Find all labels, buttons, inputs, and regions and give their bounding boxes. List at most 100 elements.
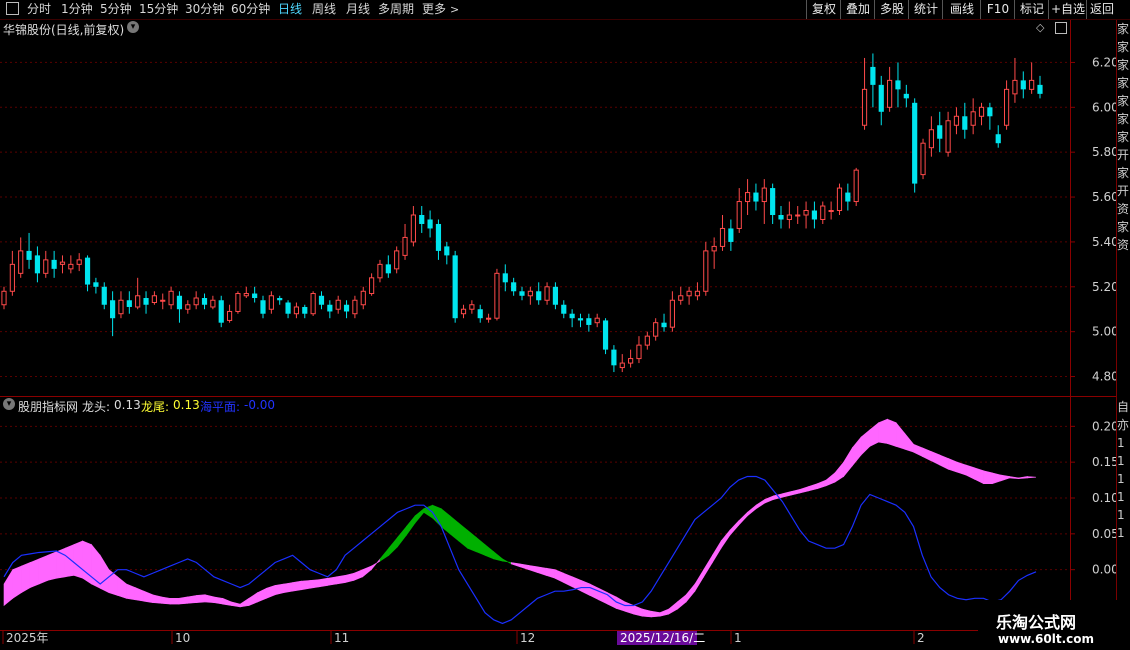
candle-up bbox=[619, 362, 625, 369]
price-axis-label: 5.40 bbox=[1092, 235, 1116, 249]
candle-down bbox=[260, 300, 266, 314]
long-tail-band bbox=[467, 529, 477, 553]
long-head-band bbox=[1018, 476, 1028, 479]
right-strip-bottom-text: 自亦111111 bbox=[1117, 400, 1130, 540]
long-head-band bbox=[956, 461, 967, 476]
candle-up bbox=[653, 322, 659, 337]
candle-up bbox=[544, 286, 550, 301]
candle-down bbox=[110, 300, 116, 319]
candle-up bbox=[978, 106, 985, 117]
long-head-band bbox=[528, 565, 538, 573]
long-head-band bbox=[47, 551, 57, 581]
long-tail-band bbox=[475, 536, 486, 556]
candle-up bbox=[761, 187, 767, 203]
candle-up bbox=[920, 142, 926, 176]
long-head-band bbox=[817, 479, 827, 490]
watermark: 乐淘公式网 www.60lt.com bbox=[978, 600, 1130, 650]
long-head-band bbox=[834, 461, 844, 483]
candle-up bbox=[703, 250, 709, 292]
price-axis-label: 5.80 bbox=[1092, 145, 1116, 159]
candle-down bbox=[1020, 80, 1026, 90]
candle-down bbox=[987, 107, 993, 117]
candle-up bbox=[828, 210, 834, 213]
long-head-band bbox=[231, 601, 241, 608]
candle-up bbox=[527, 290, 533, 297]
price-axis-label: 4.80 bbox=[1092, 370, 1116, 384]
long-head-band bbox=[344, 572, 355, 583]
candle-down bbox=[811, 210, 818, 220]
long-head-band bbox=[178, 596, 188, 605]
candle-up bbox=[694, 290, 701, 297]
candle-up bbox=[377, 263, 383, 279]
candle-up bbox=[669, 299, 675, 328]
right-side-panel[interactable]: 家家家家家家家开家开资家资 自亦111111 bbox=[1116, 20, 1130, 630]
candle-down bbox=[327, 304, 333, 312]
watermark-url: www.60lt.com bbox=[998, 632, 1095, 646]
long-head-band bbox=[887, 418, 897, 447]
price-axis-label: 5.20 bbox=[1092, 280, 1116, 294]
candle-up bbox=[18, 250, 24, 274]
candle-down bbox=[536, 291, 542, 301]
indicator-axis-label: 0.10 bbox=[1092, 491, 1116, 505]
candle-down bbox=[962, 116, 968, 130]
candle-down bbox=[937, 125, 943, 139]
candle-up bbox=[185, 304, 191, 310]
indicator-axis-label: 0.15 bbox=[1092, 455, 1116, 469]
candle-down bbox=[577, 318, 584, 321]
candle-up bbox=[118, 299, 124, 315]
candle-down bbox=[218, 300, 224, 323]
candle-up bbox=[168, 290, 174, 306]
candle-up bbox=[268, 295, 274, 310]
candle-up bbox=[1012, 79, 1018, 95]
long-head-band bbox=[677, 594, 687, 610]
candle-down bbox=[903, 93, 909, 99]
long-head-band bbox=[336, 575, 346, 585]
long-head-band bbox=[169, 598, 180, 605]
candle-up bbox=[836, 187, 843, 212]
long-head-band bbox=[362, 565, 372, 578]
long-head-band bbox=[755, 498, 766, 510]
long-head-band bbox=[860, 429, 871, 456]
candle-down bbox=[870, 66, 876, 85]
candle-down bbox=[427, 219, 433, 229]
long-tail-band bbox=[388, 536, 398, 557]
long-head-band bbox=[353, 569, 363, 581]
candle-up bbox=[719, 227, 726, 247]
candle-down bbox=[302, 306, 308, 314]
candle-up bbox=[744, 192, 751, 203]
candle-up bbox=[644, 335, 650, 346]
long-head-value: 0.13 bbox=[114, 398, 141, 412]
long-head-band bbox=[659, 608, 669, 617]
candle-down bbox=[277, 298, 283, 301]
long-head-band bbox=[712, 539, 722, 564]
long-head-band bbox=[939, 454, 949, 470]
candle-down bbox=[770, 188, 776, 215]
long-head-band bbox=[790, 489, 801, 496]
long-head-band bbox=[1009, 476, 1019, 479]
candle-up bbox=[1, 290, 7, 306]
candle-up bbox=[210, 299, 216, 308]
candle-up bbox=[485, 317, 492, 320]
candle-down bbox=[252, 293, 258, 299]
indicator-name[interactable]: 股朋指标网 bbox=[18, 398, 78, 415]
candle-up bbox=[160, 299, 166, 302]
candle-down bbox=[502, 273, 508, 283]
panel-toggle-icon[interactable] bbox=[1055, 22, 1067, 34]
diamond-icon[interactable]: ◇ bbox=[1036, 21, 1044, 34]
long-head-band bbox=[545, 567, 556, 579]
cursor-date-label: 2025/12/16/二 bbox=[620, 631, 705, 645]
chart-canvas[interactable]: 6.20 6.00 5.80 5.60 5.40 5.20 5.00 4.80 0.20 0.15… bbox=[0, 0, 1116, 650]
candle-up bbox=[1029, 79, 1035, 90]
long-head-band bbox=[685, 583, 696, 603]
long-head-band bbox=[747, 504, 757, 517]
candle-up bbox=[59, 261, 66, 265]
long-head-band bbox=[1026, 476, 1037, 479]
candle-up bbox=[853, 169, 859, 203]
candle-up bbox=[820, 205, 826, 220]
long-head-band bbox=[624, 601, 634, 615]
chevron-down-icon[interactable]: ▾ bbox=[127, 21, 139, 33]
long-head-band bbox=[204, 594, 215, 603]
long-head-band bbox=[239, 597, 250, 608]
candle-down bbox=[444, 246, 450, 256]
indicator-chevron-down-icon[interactable]: ▾ bbox=[3, 398, 15, 410]
